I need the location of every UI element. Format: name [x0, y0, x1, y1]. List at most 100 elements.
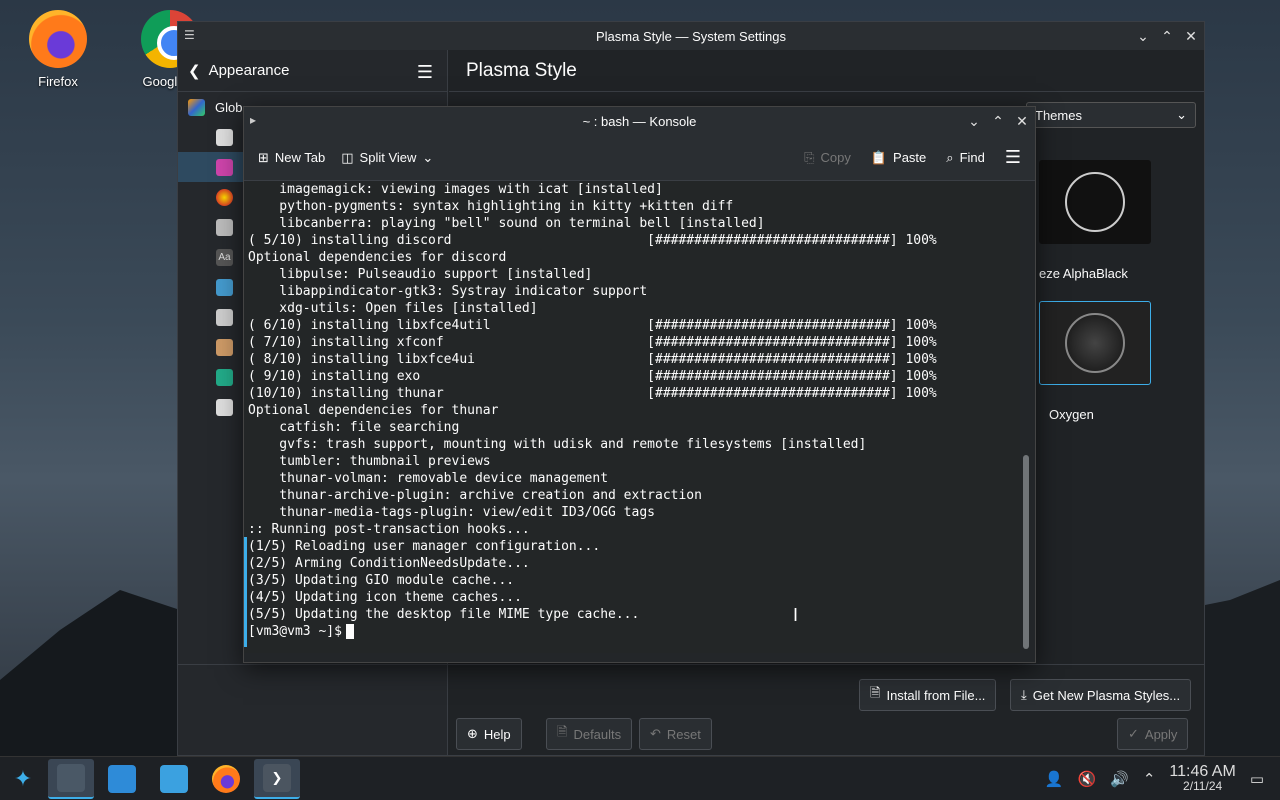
cursors-icon	[216, 308, 233, 326]
terminal-line: libappindicator-gtk3: Systray indicator …	[248, 284, 648, 299]
sidebar-title: Appearance	[208, 62, 290, 79]
download-icon: ⤓	[1021, 687, 1027, 702]
terminal-line: :: Running post-transaction hooks...	[248, 522, 530, 537]
text-cursor-icon: I	[793, 605, 799, 625]
minimize-icon[interactable]: ⌄	[1136, 26, 1150, 46]
hamburger-menu-icon[interactable]: ☰	[417, 62, 433, 83]
paste-button[interactable]: 📋 Paste	[871, 147, 926, 168]
terminal-prompt[interactable]: [vm3@vm3 ~]$	[248, 623, 1016, 640]
show-desktop-icon[interactable]: ▭	[1250, 770, 1264, 788]
back-icon[interactable]: ❮	[188, 62, 201, 80]
konsole-window: ▸ ~ : bash — Konsole ⌄ ⌃ ✕ ⊞ New Tab ◫ S…	[243, 106, 1036, 663]
konsole-toolbar: ⊞ New Tab ◫ Split View ⌄ ⎘ Copy 📋 Paste …	[244, 135, 1035, 181]
find-button[interactable]: ⌕ Find	[946, 147, 985, 168]
prompt-text: [vm3@vm3 ~]$	[248, 624, 342, 639]
install-from-file-button[interactable]: 🗎 Install from File...	[859, 679, 997, 711]
terminal-line: tumbler: thumbnail previews	[248, 454, 491, 469]
icons-icon	[216, 278, 233, 296]
terminal-cursor	[345, 624, 354, 639]
reset-button[interactable]: ↶ Reset	[639, 718, 712, 750]
terminal-output[interactable]: imagemagick: viewing images with icat [i…	[244, 181, 1020, 653]
maximize-icon[interactable]: ⌃	[991, 111, 1005, 131]
button-label: Copy	[820, 150, 851, 165]
theme-filter-dropdown[interactable]: Themes ⌄	[1026, 102, 1196, 128]
volume-icon[interactable]: 🔊	[1110, 770, 1129, 788]
global-theme-icon	[188, 98, 205, 116]
clock-time: 11:46 AM	[1169, 763, 1236, 780]
firefox-icon	[29, 10, 87, 68]
button-label: Defaults	[573, 726, 622, 742]
maximize-icon[interactable]: ⌃	[1160, 26, 1174, 46]
clock-date: 2/11/24	[1183, 779, 1223, 793]
new-tab-button[interactable]: ⊞ New Tab	[258, 150, 325, 166]
terminal-line: gvfs: trash support, mounting with udisk…	[248, 437, 867, 452]
taskbar-konsole[interactable]: ❯	[254, 759, 300, 799]
get-new-plasma-styles-button[interactable]: ⤓ Get New Plasma Styles...	[1010, 679, 1192, 711]
theme-label: Oxygen	[1049, 407, 1094, 422]
help-button[interactable]: ⊕ Help	[456, 718, 522, 750]
system-tray: 👤 🔇 🔊 ⌃ 11:46 AM 2/11/24 ▭	[1045, 757, 1280, 800]
terminal-line: (10/10) installing thunar [#############…	[248, 386, 937, 401]
footer-divider	[178, 664, 1204, 665]
terminal-line: Optional dependencies for discord	[248, 250, 507, 265]
checkmark-icon: ✓	[1128, 726, 1139, 741]
button-label: New Tab	[274, 150, 326, 165]
hamburger-menu-icon[interactable]: ☰	[1005, 147, 1021, 168]
terminal-line: ( 9/10) installing exo [################…	[248, 369, 937, 384]
taskbar-discover[interactable]	[99, 759, 145, 799]
launcher-icon: ✦	[13, 766, 33, 791]
theme-filter-value: Themes	[1035, 107, 1082, 123]
file-icon: 🗎	[870, 685, 881, 700]
terminal-line: thunar-media-tags-plugin: view/edit ID3/…	[248, 505, 655, 520]
folder-icon	[160, 765, 188, 793]
user-icon[interactable]: 👤	[1045, 770, 1064, 788]
theme-label: eze AlphaBlack	[1039, 266, 1128, 281]
button-label: Paste	[893, 150, 927, 165]
konsole-titlebar[interactable]: ▸ ~ : bash — Konsole ⌄ ⌃ ✕	[244, 107, 1035, 135]
fonts-icon: Aa	[216, 248, 233, 266]
mute-icon[interactable]: 🔇	[1077, 770, 1096, 788]
terminal-line: (1/5) Reloading user manager configurati…	[248, 539, 601, 554]
chevron-down-icon: ⌄	[1176, 107, 1187, 122]
settings-titlebar[interactable]: ☰ Plasma Style — System Settings ⌄ ⌃ ✕	[178, 22, 1204, 50]
terminal-line: python-pygments: syntax highlighting in …	[248, 199, 734, 214]
window-menu-icon[interactable]: ▸	[250, 113, 256, 127]
application-launcher[interactable]: ✦	[0, 759, 46, 799]
firefox-icon	[212, 765, 240, 793]
window-menu-icon[interactable]: ☰	[184, 28, 195, 42]
close-icon[interactable]: ✕	[1015, 111, 1029, 131]
desktop-icon-firefox[interactable]: Firefox	[13, 10, 103, 89]
terminal-line: thunar-volman: removable device manageme…	[248, 471, 609, 486]
apply-button[interactable]: ✓ Apply	[1117, 718, 1189, 750]
button-label: Split View	[359, 150, 417, 165]
terminal-scrollbar[interactable]	[1023, 187, 1029, 649]
scrollbar-thumb[interactable]	[1023, 455, 1029, 649]
chevron-up-icon[interactable]: ⌃	[1143, 770, 1156, 788]
defaults-icon: 🗎	[557, 724, 568, 739]
terminal-line: (3/5) Updating GIO module cache...	[248, 573, 515, 588]
defaults-button[interactable]: 🗎 Defaults	[546, 718, 633, 750]
clock[interactable]: 11:46 AM 2/11/24	[1169, 764, 1235, 794]
split-view-button[interactable]: ◫ Split View ⌄	[341, 150, 433, 166]
command-marker	[244, 537, 247, 647]
paste-icon: 📋	[870, 149, 888, 165]
terminal-line: (5/5) Updating the desktop file MIME typ…	[248, 607, 640, 622]
undo-icon: ↶	[650, 726, 661, 741]
system-settings-icon	[57, 764, 85, 792]
terminal-line: ( 7/10) installing xfconf [#############…	[248, 335, 937, 350]
theme-grid: eze AlphaBlack Oxygen	[1029, 140, 1159, 422]
minimize-icon[interactable]: ⌄	[967, 111, 981, 131]
taskbar-firefox[interactable]	[203, 759, 249, 799]
taskbar: ✦ ❯ 👤 🔇 🔊 ⌃ 11:46 AM 2/11/24 ▭	[0, 756, 1280, 800]
button-label: Get New Plasma Styles...	[1032, 687, 1181, 703]
copy-icon: ⎘	[804, 149, 815, 165]
settings-window-title: Plasma Style — System Settings	[595, 28, 786, 44]
theme-thumbnail[interactable]	[1039, 160, 1151, 244]
close-icon[interactable]: ✕	[1184, 26, 1198, 46]
taskbar-system-settings[interactable]	[48, 759, 94, 799]
copy-button[interactable]: ⎘ Copy	[804, 147, 851, 168]
theme-thumbnail-selected[interactable]	[1039, 301, 1151, 385]
discover-icon	[108, 765, 136, 793]
search-icon: ⌕	[946, 149, 954, 165]
taskbar-dolphin[interactable]	[151, 759, 197, 799]
